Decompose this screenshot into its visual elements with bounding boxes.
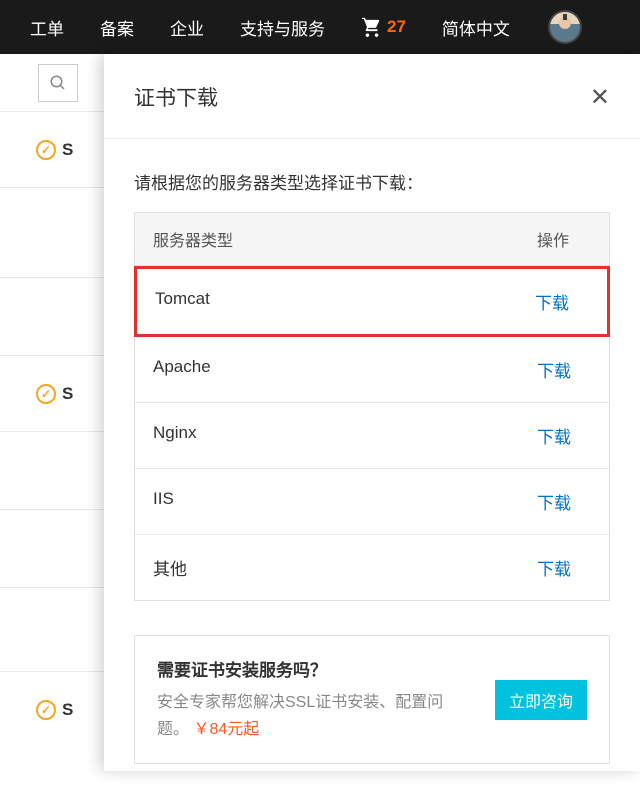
- server-type: Apache: [135, 337, 519, 402]
- table-row-tomcat: Tomcat 下载: [134, 266, 610, 337]
- nav-enterprise[interactable]: 企业: [152, 0, 222, 54]
- promo-title: 需要证书安装服务吗？: [157, 656, 587, 681]
- server-type: Tomcat: [137, 269, 517, 334]
- nav-cart[interactable]: 27: [343, 0, 424, 54]
- server-type: Nginx: [135, 403, 519, 468]
- col-header-type: 服务器类型: [135, 213, 519, 265]
- download-link[interactable]: 下载: [519, 535, 609, 600]
- nav-beian[interactable]: 备案: [82, 0, 152, 54]
- check-badge-icon: ✓: [36, 384, 56, 404]
- promo-desc-line2: 题。: [157, 721, 189, 738]
- promo-desc-line1: 安全专家帮您解决SSL证书安装、配置问: [157, 694, 443, 711]
- download-link[interactable]: 下载: [519, 469, 609, 534]
- bg-label: S: [62, 700, 73, 720]
- table-row-iis: IIS 下载: [135, 469, 609, 535]
- server-type: IIS: [135, 469, 519, 534]
- download-table: 服务器类型 操作 Tomcat 下载 Apache 下载 Nginx 下载 II…: [134, 212, 610, 601]
- check-badge-icon: ✓: [36, 140, 56, 160]
- download-link[interactable]: 下载: [519, 337, 609, 402]
- search-button[interactable]: [38, 64, 78, 102]
- table-row-nginx: Nginx 下载: [135, 403, 609, 469]
- nav-ticket[interactable]: 工单: [12, 0, 82, 54]
- nav-language[interactable]: 简体中文: [424, 0, 528, 54]
- panel-title: 证书下载: [134, 82, 218, 112]
- download-link[interactable]: 下载: [519, 403, 609, 468]
- panel-body: 请根据您的服务器类型选择证书下载： 服务器类型 操作 Tomcat 下载 Apa…: [104, 139, 640, 794]
- nav-support[interactable]: 支持与服务: [222, 0, 343, 54]
- bg-label: S: [62, 384, 73, 404]
- col-header-op: 操作: [519, 213, 609, 265]
- table-header: 服务器类型 操作: [135, 213, 609, 266]
- search-icon: [49, 74, 67, 92]
- user-avatar[interactable]: [548, 10, 582, 44]
- download-link[interactable]: 下载: [517, 269, 607, 334]
- consult-button[interactable]: 立即咨询: [495, 680, 587, 720]
- promo-price: ￥84元起: [193, 721, 259, 738]
- check-badge-icon: ✓: [36, 700, 56, 720]
- table-row-other: 其他 下载: [135, 535, 609, 600]
- close-icon[interactable]: ✕: [590, 83, 610, 112]
- instruction-text: 请根据您的服务器类型选择证书下载：: [134, 169, 610, 194]
- server-type: 其他: [135, 535, 519, 600]
- bg-label: S: [62, 140, 73, 160]
- top-navigation: 工单 备案 企业 支持与服务 27 简体中文: [0, 0, 640, 54]
- certificate-download-panel: 证书下载 ✕ 请根据您的服务器类型选择证书下载： 服务器类型 操作 Tomcat…: [104, 54, 640, 771]
- cart-icon: [361, 17, 383, 37]
- cart-count: 27: [387, 17, 406, 37]
- install-service-promo: 需要证书安装服务吗？ 安全专家帮您解决SSL证书安装、配置问 题。 ￥84元起 …: [134, 635, 610, 764]
- panel-header: 证书下载 ✕: [104, 54, 640, 139]
- table-row-apache: Apache 下载: [135, 337, 609, 403]
